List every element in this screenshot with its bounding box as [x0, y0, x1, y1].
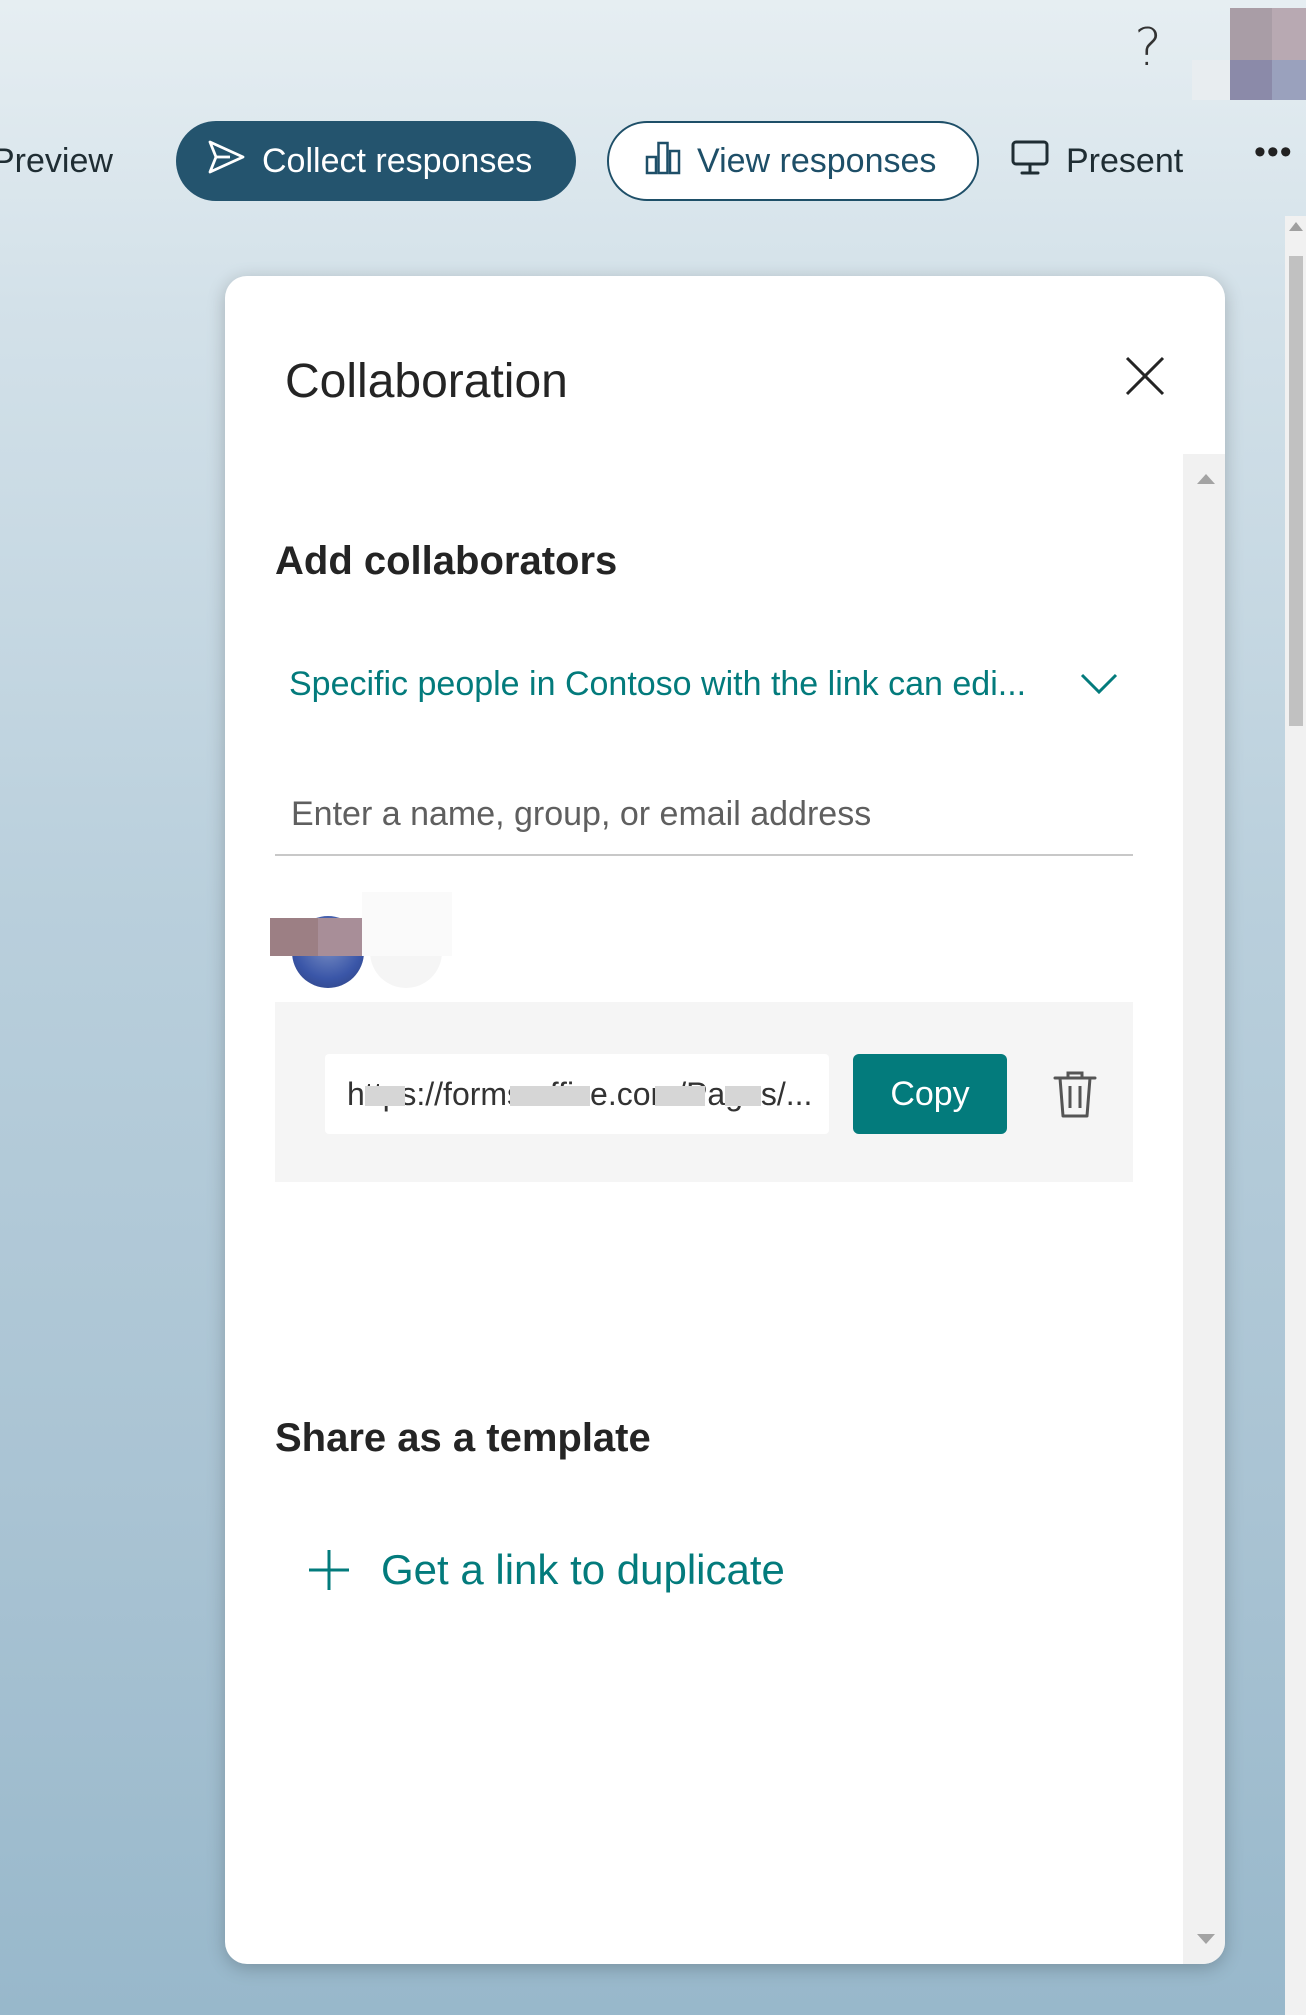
preview-button[interactable]: Preview	[0, 121, 122, 201]
plus-icon	[307, 1548, 351, 1592]
collect-responses-button[interactable]: Collect responses	[176, 121, 576, 201]
dialog-title: Collaboration	[285, 355, 568, 408]
view-responses-button[interactable]: View responses	[607, 121, 979, 201]
page-scrollbar-thumb[interactable]	[1289, 256, 1303, 726]
user-avatar[interactable]	[1192, 8, 1306, 100]
bar-chart-icon	[645, 139, 681, 184]
share-link-field[interactable]: https://forms.office.com/Pages/...	[325, 1054, 829, 1134]
preview-label: Preview	[0, 141, 113, 180]
more-options-icon[interactable]: •••	[1254, 135, 1302, 176]
collaborator-avatars	[270, 892, 470, 992]
share-as-template-heading: Share as a template	[275, 1416, 651, 1460]
share-link-panel: https://forms.office.com/Pages/... Copy	[275, 1002, 1133, 1182]
help-icon[interactable]: ?	[1130, 18, 1166, 78]
people-search-input[interactable]	[275, 774, 1133, 856]
get-duplicate-link-label: Get a link to duplicate	[381, 1546, 785, 1593]
add-collaborators-heading: Add collaborators	[275, 539, 618, 583]
copy-label: Copy	[890, 1074, 970, 1113]
trash-icon[interactable]	[1051, 1068, 1099, 1120]
send-icon	[206, 137, 246, 186]
page-scrollbar[interactable]	[1285, 216, 1306, 2015]
presentation-icon	[1010, 137, 1050, 186]
present-label: Present	[1066, 141, 1184, 180]
permission-dropdown[interactable]: Specific people in Contoso with the link…	[289, 654, 1119, 714]
permission-selected-value: Specific people in Contoso with the link…	[289, 664, 1027, 703]
dialog-scroll-up-icon[interactable]	[1197, 474, 1215, 484]
scroll-up-arrow-icon[interactable]	[1289, 222, 1303, 231]
dialog-scrollbar[interactable]	[1183, 454, 1225, 1964]
view-responses-label: View responses	[697, 141, 937, 180]
collaboration-dialog: Collaboration Add collaborators Specific…	[225, 276, 1225, 1964]
close-icon[interactable]	[1117, 348, 1173, 404]
collect-responses-label: Collect responses	[262, 141, 533, 180]
chevron-down-icon	[1079, 668, 1119, 698]
present-button[interactable]: Present	[1010, 121, 1210, 201]
copy-button[interactable]: Copy	[853, 1054, 1007, 1134]
dialog-scroll-down-icon[interactable]	[1197, 1934, 1215, 1944]
get-duplicate-link-button[interactable]: Get a link to duplicate	[307, 1546, 785, 1594]
